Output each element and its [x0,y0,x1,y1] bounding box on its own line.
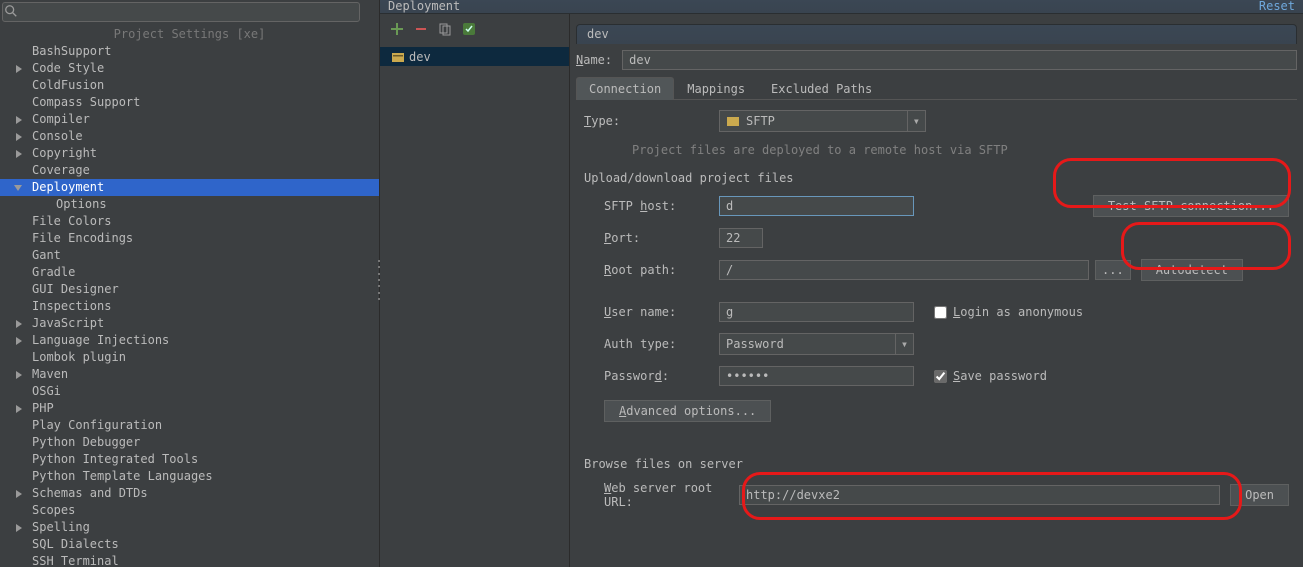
header-bar: Deployment Reset [380,0,1303,14]
root-path-input[interactable] [719,260,1089,280]
tab-mappings[interactable]: Mappings [674,77,758,100]
copy-icon[interactable] [438,22,452,39]
tree-item-coverage[interactable]: Coverage [0,162,379,179]
tree-item-schemas-and-dtds[interactable]: Schemas and DTDs [0,485,379,502]
port-input[interactable] [719,228,763,248]
tree-item-scopes[interactable]: Scopes [0,502,379,519]
header-title: Deployment [388,0,460,13]
tree-item-compass-support[interactable]: Compass Support [0,94,379,111]
sftp-host-input[interactable] [719,196,914,216]
tree-item-php[interactable]: PHP [0,400,379,417]
reset-link[interactable]: Reset [1259,0,1295,13]
open-url-button[interactable]: Open [1230,484,1289,506]
tab-excluded-paths[interactable]: Excluded Paths [758,77,885,100]
use-default-icon[interactable] [462,22,476,39]
username-label: User name: [584,305,719,319]
auth-type-label: Auth type: [584,337,719,351]
password-input[interactable] [719,366,914,386]
auth-type-value: Password [726,337,784,351]
group-upload-title: Upload/download project files [584,171,1289,185]
tree-item-python-debugger[interactable]: Python Debugger [0,434,379,451]
web-url-input[interactable] [739,485,1220,505]
add-icon[interactable] [390,22,404,39]
auth-type-select[interactable]: Password ▾ [719,333,914,355]
section-title: Project Settings [xe] [0,24,379,43]
tree-item-file-encodings[interactable]: File Encodings [0,230,379,247]
username-input[interactable] [719,302,914,322]
search-row [0,0,379,24]
name-input[interactable] [622,50,1297,70]
tree-item-deployment[interactable]: Deployment [0,179,379,196]
web-url-label: Web server root URL: [584,481,739,509]
tree-item-python-integrated-tools[interactable]: Python Integrated Tools [0,451,379,468]
remove-icon[interactable] [414,22,428,39]
tree-item-python-template-languages[interactable]: Python Template Languages [0,468,379,485]
password-label: Password: [584,369,719,383]
settings-tree-panel: Project Settings [xe] BashSupportCode St… [0,0,380,567]
search-icon [4,4,18,22]
type-value: SFTP [746,114,775,128]
tree-item-gradle[interactable]: Gradle [0,264,379,281]
server-list-column: dev [380,14,570,567]
tree-item-console[interactable]: Console [0,128,379,145]
tree-item-options[interactable]: Options [0,196,379,213]
tree-item-gant[interactable]: Gant [0,247,379,264]
save-password-label: Save password [953,369,1047,383]
advanced-options-button[interactable]: Advanced options... [604,400,771,422]
tree-item-inspections[interactable]: Inspections [0,298,379,315]
name-label: NName:ame: [576,53,612,67]
type-note: Project files are deployed to a remote h… [632,143,1289,157]
sftp-host-label: SFTP host: [584,199,719,213]
tree-item-code-style[interactable]: Code Style [0,60,379,77]
deployment-tabs: Connection Mappings Excluded Paths [576,76,1297,100]
type-label: Type: [584,114,719,128]
tree-item-bashsupport[interactable]: BashSupport [0,43,379,60]
save-password-checkbox[interactable] [934,370,947,383]
login-anonymous-label: Login as anonymous [953,305,1083,319]
root-path-label: Root path: [584,263,719,277]
server-item-dev[interactable]: dev [380,47,569,66]
autodetect-button[interactable]: Autodetect [1141,259,1243,281]
form-column: dev NName:ame: Connection Mappings Exclu… [570,14,1303,567]
tree-item-coldfusion[interactable]: ColdFusion [0,77,379,94]
test-sftp-connection-button[interactable]: Test SFTP connection... [1093,195,1289,217]
tree-item-spelling[interactable]: Spelling [0,519,379,536]
group-browse-title: Browse files on server [584,457,1289,471]
port-label: Port: [584,231,719,245]
tree-item-gui-designer[interactable]: GUI Designer [0,281,379,298]
tree-item-sql-dialects[interactable]: SQL Dialects [0,536,379,553]
settings-tree[interactable]: BashSupportCode StyleColdFusionCompass S… [0,43,379,567]
server-toolbar [380,20,569,47]
server-item-label: dev [409,50,431,64]
tree-item-lombok-plugin[interactable]: Lombok plugin [0,349,379,366]
splitter-handle[interactable] [378,260,382,300]
tree-item-osgi[interactable]: OSGi [0,383,379,400]
tab-connection[interactable]: Connection [576,77,674,100]
tree-item-ssh-terminal[interactable]: SSH Terminal [0,553,379,567]
server-sftp-icon [391,50,405,64]
type-select[interactable]: SFTP ▾ [719,110,926,132]
login-anonymous-checkbox[interactable] [934,306,947,319]
search-input[interactable] [2,2,360,22]
tree-item-javascript[interactable]: JavaScript [0,315,379,332]
tree-item-compiler[interactable]: Compiler [0,111,379,128]
tree-item-maven[interactable]: Maven [0,366,379,383]
chevron-down-icon: ▾ [907,110,925,132]
browse-root-button[interactable]: ... [1095,260,1131,280]
panel-title: dev [576,24,1297,44]
tree-item-file-colors[interactable]: File Colors [0,213,379,230]
tree-item-play-configuration[interactable]: Play Configuration [0,417,379,434]
tree-item-copyright[interactable]: Copyright [0,145,379,162]
tree-item-language-injections[interactable]: Language Injections [0,332,379,349]
chevron-down-icon: ▾ [895,333,913,355]
sftp-icon [726,114,740,128]
